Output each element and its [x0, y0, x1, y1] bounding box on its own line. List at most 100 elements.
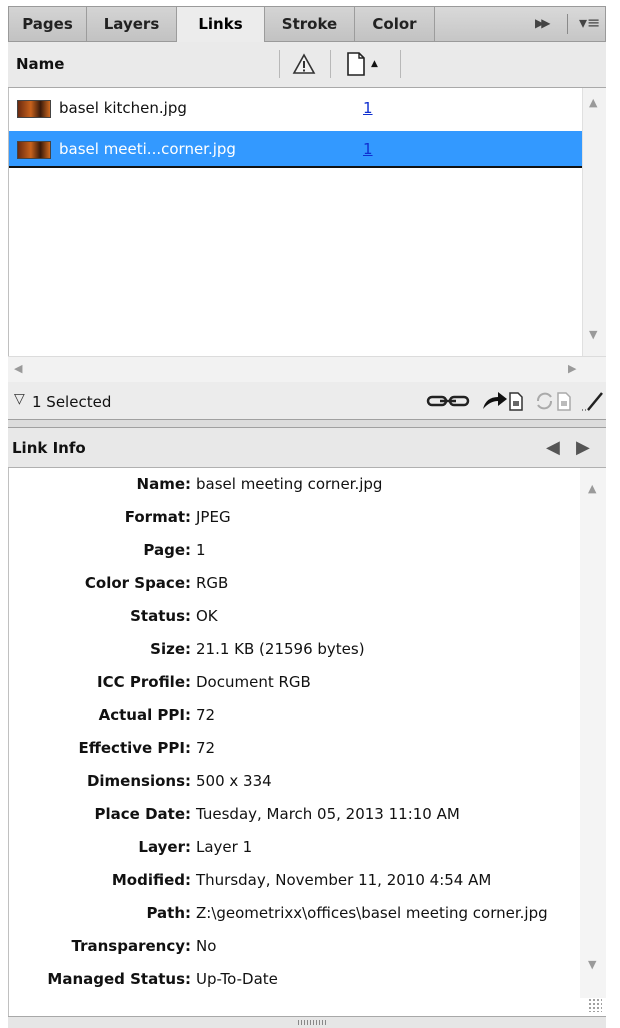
info-value: OK [196, 607, 218, 625]
scroll-left-icon[interactable]: ◀ [14, 362, 22, 375]
tab-pages[interactable]: Pages [9, 7, 87, 41]
panel-splitter[interactable] [8, 420, 606, 428]
page-column-icon[interactable] [346, 52, 366, 76]
info-row: Status: OK [9, 600, 581, 633]
info-row: Size: 21.1 KB (21596 bytes) [9, 633, 581, 666]
info-value: 72 [196, 706, 216, 724]
warning-column-icon[interactable] [292, 52, 316, 76]
image-thumbnail [17, 141, 51, 159]
link-row-selected[interactable]: basel meeti...corner.jpg 1 [9, 131, 583, 168]
link-info-header: Link Info ◀ ▶ [8, 428, 606, 468]
info-value: Thursday, November 11, 2010 4:54 AM [196, 871, 492, 889]
scroll-down-icon[interactable]: ▼ [589, 328, 597, 341]
info-value: basel meeting corner.jpg [196, 475, 383, 493]
info-value: 1 [196, 541, 206, 559]
info-row: Layer: Layer 1 [9, 831, 581, 864]
links-list: basel kitchen.jpg 1 basel meeti...corner… [8, 88, 606, 356]
edit-original-icon[interactable] [580, 390, 604, 412]
info-value: Layer 1 [196, 838, 253, 856]
image-thumbnail [17, 100, 51, 118]
link-info-panel: Name: basel meeting corner.jpg Format: JPE… [8, 468, 606, 1016]
drag-handle-icon[interactable] [298, 1020, 328, 1025]
info-row: Modified: Thursday, November 11, 2010 4:5… [9, 864, 581, 897]
go-to-link-icon[interactable] [480, 390, 526, 412]
tab-color[interactable]: Color [355, 7, 435, 41]
info-row: Effective PPI: 72 [9, 732, 581, 765]
sort-ascending-icon: ▲ [371, 59, 378, 69]
tab-layers[interactable]: Layers [87, 7, 177, 41]
info-label: ICC Profile: [97, 673, 191, 691]
vertical-scrollbar[interactable]: ▲ ▼ [582, 88, 606, 356]
info-row: Path: Z:\geometrixx\offices\basel meeting… [9, 897, 581, 930]
info-row: Managed Status: Up-To-Date [9, 963, 581, 996]
scroll-up-icon[interactable]: ▲ [588, 482, 596, 495]
link-row[interactable]: basel kitchen.jpg 1 [9, 90, 583, 127]
info-value: 21.1 KB (21596 bytes) [196, 640, 365, 658]
scroll-up-icon[interactable]: ▲ [589, 96, 597, 109]
divider [567, 14, 568, 34]
info-row: Dimensions: 500 x 334 [9, 765, 581, 798]
info-label: Size: [150, 640, 191, 658]
info-label: Layer: [138, 838, 191, 856]
selection-count: 1 Selected [32, 393, 112, 411]
info-value: No [196, 937, 217, 955]
previous-link-icon[interactable]: ◀ [546, 437, 560, 458]
column-divider [279, 50, 280, 78]
next-link-icon[interactable]: ▶ [576, 437, 590, 458]
link-page-number[interactable]: 1 [363, 140, 373, 158]
info-row: Transparency: No [9, 930, 581, 963]
info-label: Effective PPI: [78, 739, 191, 757]
info-row: Name: basel meeting corner.jpg [9, 468, 581, 501]
info-value: Tuesday, March 05, 2013 11:10 AM [196, 805, 460, 823]
info-value: RGB [196, 574, 229, 592]
panel-tab-bar: Pages Layers Links Stroke Color ▶▶ ▾≡ [8, 6, 606, 43]
links-status-bar: ▽ 1 Selected [8, 382, 606, 420]
name-column-header[interactable]: Name [16, 55, 64, 73]
info-row: Page: 1 [9, 534, 581, 567]
info-label: Modified: [111, 871, 191, 889]
info-vertical-scrollbar[interactable]: ▲ ▼ [580, 468, 606, 998]
info-row: Format: JPEG [9, 501, 581, 534]
info-value: Up-To-Date [196, 970, 278, 988]
info-value: JPEG [196, 508, 231, 526]
link-filename: basel kitchen.jpg [59, 99, 187, 117]
info-label: Path: [146, 904, 191, 922]
info-label: Format: [124, 508, 191, 526]
info-row: Place Date: Tuesday, March 05, 2013 11:10… [9, 798, 581, 831]
horizontal-scrollbar[interactable]: ◀ ▶ [8, 356, 606, 382]
info-label: Color Space: [84, 574, 191, 592]
tab-overflow-area: ▶▶ ▾≡ [515, 7, 605, 41]
info-label: Managed Status: [47, 970, 191, 988]
info-value: 500 x 334 [196, 772, 272, 790]
link-page-number[interactable]: 1 [363, 99, 373, 117]
link-filename: basel meeti...corner.jpg [59, 140, 236, 158]
info-row: Actual PPI: 72 [9, 699, 581, 732]
info-label: Dimensions: [86, 772, 191, 790]
panel-menu-icon[interactable]: ▾≡ [579, 13, 600, 32]
links-column-header: Name ▲ [8, 42, 606, 88]
info-value: Z:\geometrixx\offices\basel meeting corn… [196, 904, 548, 922]
info-label: Transparency: [71, 937, 192, 955]
info-label: Place Date: [94, 805, 191, 823]
column-divider [400, 50, 401, 78]
scroll-right-icon[interactable]: ▶ [568, 362, 576, 375]
info-label: Name: [136, 475, 191, 493]
update-link-icon[interactable] [534, 390, 574, 412]
info-label: Status: [130, 607, 191, 625]
disclosure-triangle-icon[interactable]: ▽ [14, 391, 25, 407]
scroll-down-icon[interactable]: ▼ [588, 958, 596, 971]
tab-links[interactable]: Links [177, 7, 265, 43]
info-label: Actual PPI: [98, 706, 191, 724]
link-info-title: Link Info [12, 439, 86, 457]
resize-grip-icon[interactable] [588, 998, 602, 1012]
column-divider [330, 50, 331, 78]
info-value: Document RGB [196, 673, 311, 691]
info-row: Color Space: RGB [9, 567, 581, 600]
relink-from-cc-icon[interactable] [426, 390, 472, 412]
info-row: ICC Profile: Document RGB [9, 666, 581, 699]
tab-stroke[interactable]: Stroke [265, 7, 355, 41]
info-label: Page: [143, 541, 191, 559]
panel-bottom-edge [8, 1016, 606, 1028]
more-tabs-icon[interactable]: ▶▶ [535, 16, 551, 30]
info-value: 72 [196, 739, 216, 757]
